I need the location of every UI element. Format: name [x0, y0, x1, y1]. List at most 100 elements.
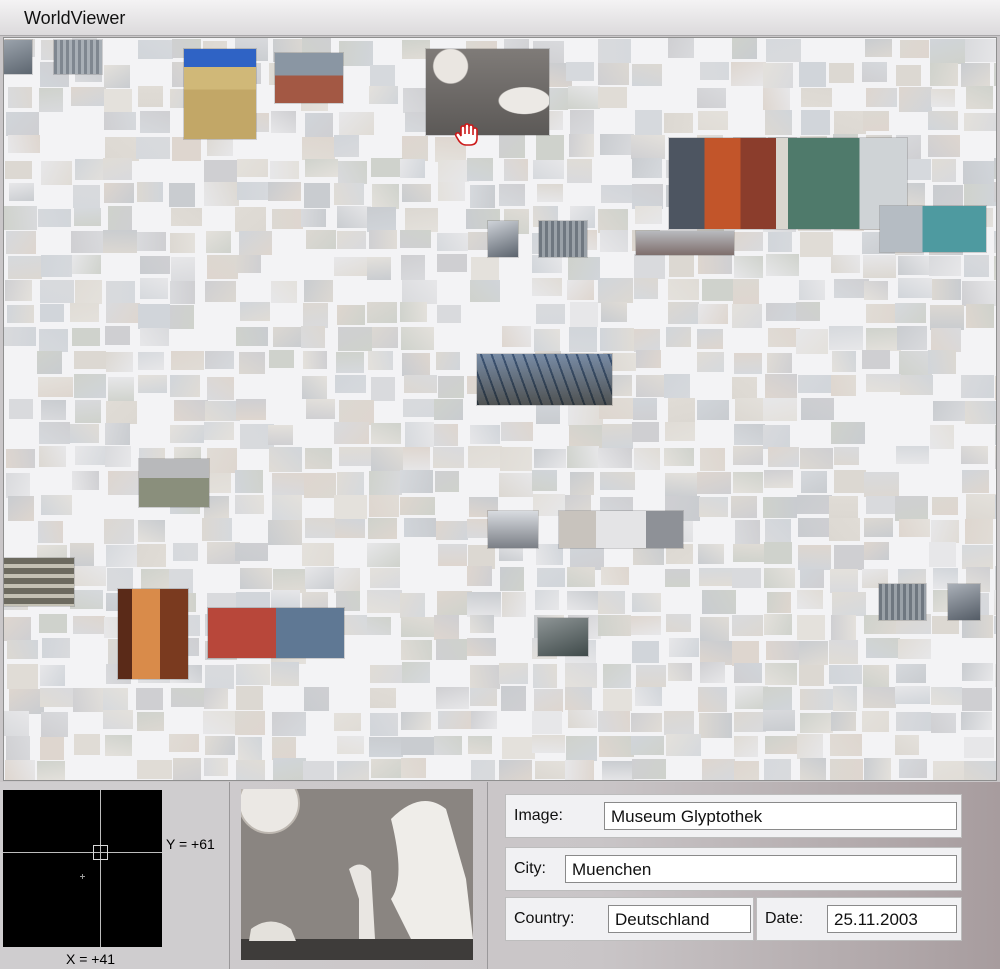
faded-thumbnail[interactable] — [7, 664, 38, 689]
faded-thumbnail[interactable] — [896, 664, 926, 683]
faded-thumbnail[interactable] — [171, 257, 195, 282]
faded-thumbnail[interactable] — [204, 758, 228, 776]
faded-thumbnail[interactable] — [436, 352, 460, 370]
faded-thumbnail[interactable] — [371, 158, 403, 177]
faded-thumbnail[interactable] — [568, 710, 597, 728]
faded-thumbnail[interactable] — [668, 38, 694, 58]
faded-thumbnail[interactable] — [567, 159, 592, 183]
faded-thumbnail[interactable] — [533, 160, 564, 179]
navigator-map[interactable] — [3, 790, 162, 947]
photo-thumbnail[interactable] — [488, 511, 538, 548]
faded-thumbnail[interactable] — [534, 329, 560, 352]
faded-thumbnail[interactable] — [866, 496, 897, 514]
faded-thumbnail[interactable] — [72, 328, 100, 346]
faded-thumbnail[interactable] — [862, 711, 889, 732]
faded-thumbnail[interactable] — [699, 568, 733, 586]
faded-thumbnail[interactable] — [767, 353, 792, 373]
faded-thumbnail[interactable] — [931, 520, 959, 543]
faded-thumbnail[interactable] — [6, 473, 30, 498]
faded-thumbnail[interactable] — [170, 233, 195, 253]
faded-thumbnail[interactable] — [302, 376, 327, 399]
faded-thumbnail[interactable] — [532, 711, 562, 734]
faded-thumbnail[interactable] — [204, 422, 234, 440]
faded-thumbnail[interactable] — [796, 302, 820, 321]
faded-thumbnail[interactable] — [38, 377, 73, 397]
faded-thumbnail[interactable] — [930, 425, 954, 449]
faded-thumbnail[interactable] — [768, 232, 792, 252]
faded-thumbnail[interactable] — [962, 688, 992, 711]
faded-thumbnail[interactable] — [269, 447, 302, 472]
faded-thumbnail[interactable] — [74, 351, 106, 369]
photo-thumbnail[interactable] — [879, 584, 926, 620]
faded-thumbnail[interactable] — [4, 327, 36, 346]
image-name-field[interactable]: Museum Glyptothek — [604, 802, 957, 830]
faded-thumbnail[interactable] — [367, 590, 402, 613]
faded-thumbnail[interactable] — [140, 256, 170, 274]
faded-thumbnail[interactable] — [207, 377, 234, 400]
faded-thumbnail[interactable] — [931, 328, 961, 352]
faded-thumbnail[interactable] — [72, 471, 99, 490]
faded-thumbnail[interactable] — [334, 495, 367, 519]
faded-thumbnail[interactable] — [39, 614, 67, 633]
faded-thumbnail[interactable] — [336, 352, 364, 373]
faded-thumbnail[interactable] — [70, 303, 99, 322]
faded-thumbnail[interactable] — [468, 736, 492, 754]
faded-thumbnail[interactable] — [39, 329, 68, 352]
faded-thumbnail[interactable] — [467, 638, 496, 656]
faded-thumbnail[interactable] — [566, 62, 594, 81]
faded-thumbnail[interactable] — [800, 448, 833, 469]
faded-thumbnail[interactable] — [830, 569, 858, 593]
faded-thumbnail[interactable] — [831, 615, 856, 640]
faded-thumbnail[interactable] — [236, 686, 263, 710]
faded-thumbnail[interactable] — [271, 111, 296, 133]
faded-thumbnail[interactable] — [669, 254, 694, 277]
faded-thumbnail[interactable] — [41, 712, 68, 737]
faded-thumbnail[interactable] — [400, 302, 427, 322]
faded-thumbnail[interactable] — [929, 542, 956, 567]
faded-thumbnail[interactable] — [403, 447, 430, 472]
faded-thumbnail[interactable] — [271, 662, 299, 686]
faded-thumbnail[interactable] — [470, 185, 495, 208]
faded-thumbnail[interactable] — [631, 135, 665, 159]
faded-thumbnail[interactable] — [634, 329, 660, 352]
photo-thumbnail[interactable] — [559, 511, 683, 548]
faded-thumbnail[interactable] — [765, 110, 792, 135]
faded-thumbnail[interactable] — [467, 592, 501, 617]
faded-thumbnail[interactable] — [137, 182, 163, 202]
faded-thumbnail[interactable] — [599, 736, 634, 757]
faded-thumbnail[interactable] — [898, 639, 931, 659]
faded-thumbnail[interactable] — [203, 711, 235, 734]
faded-thumbnail[interactable] — [272, 495, 302, 520]
faded-thumbnail[interactable] — [105, 423, 130, 445]
faded-thumbnail[interactable] — [600, 328, 634, 351]
faded-thumbnail[interactable] — [668, 279, 699, 300]
faded-thumbnail[interactable] — [895, 735, 919, 755]
faded-thumbnail[interactable] — [337, 761, 369, 780]
faded-thumbnail[interactable] — [239, 231, 272, 255]
faded-thumbnail[interactable] — [436, 687, 469, 709]
faded-thumbnail[interactable] — [207, 448, 237, 473]
faded-thumbnail[interactable] — [897, 326, 927, 350]
faded-thumbnail[interactable] — [471, 711, 497, 729]
faded-thumbnail[interactable] — [75, 400, 101, 423]
faded-thumbnail[interactable] — [862, 62, 887, 82]
faded-thumbnail[interactable] — [930, 63, 958, 86]
faded-thumbnail[interactable] — [800, 689, 833, 710]
photo-thumbnail[interactable] — [880, 206, 986, 252]
faded-thumbnail[interactable] — [765, 663, 797, 685]
photo-thumbnail[interactable] — [669, 138, 907, 229]
photo-thumbnail[interactable] — [636, 231, 734, 255]
faded-thumbnail[interactable] — [235, 255, 261, 273]
faded-thumbnail[interactable] — [138, 86, 163, 107]
faded-thumbnail[interactable] — [765, 519, 791, 542]
faded-thumbnail[interactable] — [71, 566, 106, 586]
faded-thumbnail[interactable] — [104, 183, 134, 203]
faded-thumbnail[interactable] — [565, 663, 597, 688]
faded-thumbnail[interactable] — [401, 737, 435, 755]
faded-thumbnail[interactable] — [632, 64, 662, 86]
faded-thumbnail[interactable] — [471, 257, 499, 281]
faded-thumbnail[interactable] — [236, 664, 270, 685]
faded-thumbnail[interactable] — [74, 734, 100, 755]
faded-thumbnail[interactable] — [994, 158, 996, 179]
faded-thumbnail[interactable] — [500, 567, 524, 591]
